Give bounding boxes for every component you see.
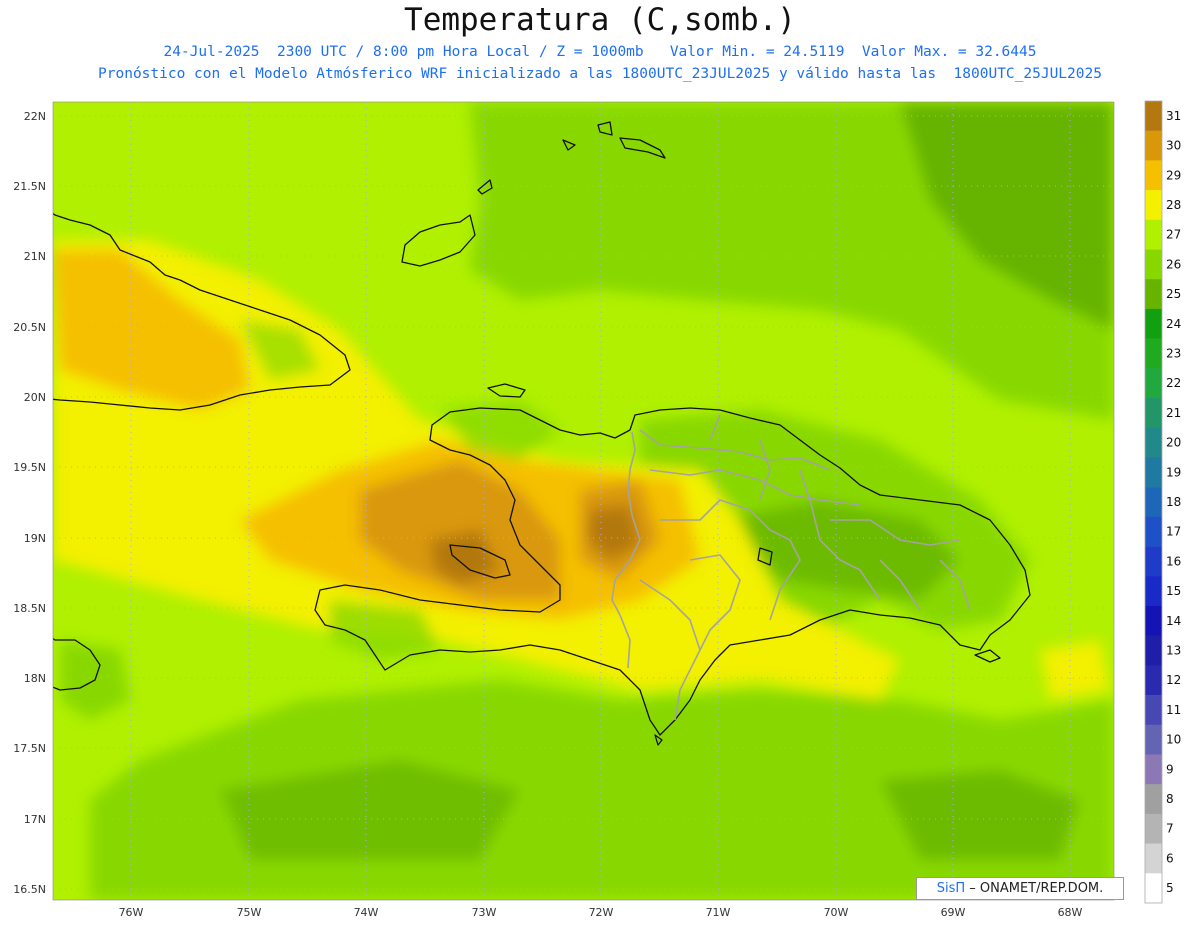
colorbar-label: 21 <box>1166 406 1181 420</box>
colorbar-swatch <box>1145 130 1162 161</box>
lon-label: 73W <box>472 906 497 919</box>
lat-label: 20N <box>24 391 46 404</box>
colorbar-label: 29 <box>1166 168 1181 182</box>
colorbar-swatch <box>1145 754 1162 785</box>
colorbar-label: 30 <box>1166 139 1181 153</box>
colorbar-swatch <box>1145 546 1162 577</box>
lat-label: 18N <box>24 672 46 685</box>
colorbar-swatch <box>1145 190 1162 221</box>
colorbar-swatch <box>1145 605 1162 636</box>
lat-label: 19.5N <box>13 461 46 474</box>
lon-label: 72W <box>589 906 614 919</box>
colorbar-label: 14 <box>1166 614 1181 628</box>
colorbar-swatch <box>1145 576 1162 607</box>
colorbar-label: 12 <box>1166 673 1181 687</box>
colorbar-swatch <box>1145 101 1162 131</box>
colorbar-label: 22 <box>1166 376 1181 390</box>
lat-label: 18.5N <box>13 602 46 615</box>
colorbar-label: 15 <box>1166 584 1181 598</box>
colorbar-swatch <box>1145 249 1162 280</box>
colorbar-label: 6 <box>1166 851 1174 865</box>
colorbar-label: 17 <box>1166 525 1181 539</box>
colorbar-swatch <box>1145 160 1162 191</box>
colorbar-label: 23 <box>1166 346 1181 360</box>
lon-label: 74W <box>354 906 379 919</box>
colorbar-label: 9 <box>1166 762 1174 776</box>
temperature-map: 22N 21.5N 21N 20.5N 20N 19.5N 19N 18.5N … <box>13 100 1181 919</box>
temperature-field <box>53 102 1114 900</box>
lon-label: 69W <box>941 906 966 919</box>
colorbar-swatch <box>1145 635 1162 666</box>
colorbar-label: 25 <box>1166 287 1181 301</box>
credit-box: SisΠ – ONAMET/REP.DOM. <box>916 877 1124 900</box>
longitude-labels: 76W 75W 74W 73W 72W 71W 70W 69W 68W <box>119 906 1083 919</box>
lat-label: 16.5N <box>13 883 46 896</box>
colorbar-label: 28 <box>1166 198 1181 212</box>
colorbar-swatch <box>1145 665 1162 696</box>
colorbar-label: 19 <box>1166 465 1181 479</box>
colorbar-label: 7 <box>1166 822 1174 836</box>
colorbar-swatch <box>1145 427 1162 458</box>
colorbar-swatch <box>1145 338 1162 369</box>
colorbar-swatch <box>1145 487 1162 518</box>
colorbar-label: 10 <box>1166 733 1181 747</box>
colorbar-swatch <box>1145 457 1162 488</box>
colorbar-label: 26 <box>1166 257 1181 271</box>
colorbar-swatch <box>1145 695 1162 726</box>
lat-label: 17.5N <box>13 742 46 755</box>
colorbar-swatch <box>1145 308 1162 339</box>
colorbar-label: 24 <box>1166 317 1181 331</box>
colorbar-label: 8 <box>1166 792 1174 806</box>
colorbar-label: 16 <box>1166 554 1181 568</box>
colorbar-swatch <box>1145 398 1162 429</box>
lat-label: 21N <box>24 250 46 263</box>
sispi-logo-text: SisΠ <box>936 881 966 896</box>
latitude-labels: 22N 21.5N 21N 20.5N 20N 19.5N 19N 18.5N … <box>13 110 46 896</box>
colorbar-label: 20 <box>1166 436 1181 450</box>
field-28-east <box>1040 640 1110 700</box>
credit-text: – ONAMET/REP.DOM. <box>965 881 1104 896</box>
colorbar-label: 13 <box>1166 644 1181 658</box>
colorbar-label: 5 <box>1166 881 1174 895</box>
colorbar-swatch <box>1145 516 1162 547</box>
colorbar-swatch <box>1145 368 1162 399</box>
colorbar-swatch <box>1145 784 1162 815</box>
colorbar-label: 31 <box>1166 109 1181 123</box>
colorbar-swatch <box>1145 873 1162 904</box>
lat-label: 20.5N <box>13 321 46 334</box>
lon-label: 68W <box>1058 906 1083 919</box>
colorbar-swatch <box>1145 843 1162 874</box>
lon-label: 76W <box>119 906 144 919</box>
colorbar-swatch <box>1145 724 1162 755</box>
colorbar-label: 11 <box>1166 703 1181 717</box>
lat-label: 19N <box>24 532 46 545</box>
colorbar-swatch <box>1145 219 1162 250</box>
colorbar-swatch <box>1145 813 1162 844</box>
lat-label: 17N <box>24 813 46 826</box>
lat-label: 21.5N <box>13 180 46 193</box>
lat-label: 22N <box>24 110 46 123</box>
colorbar-label: 18 <box>1166 495 1181 509</box>
lon-label: 70W <box>824 906 849 919</box>
lon-label: 71W <box>706 906 731 919</box>
colorbar: 31 30 29 28 27 26 25 24 23 22 21 20 19 18 17 16 15 14 13 12… <box>1144 100 1181 904</box>
lon-label: 75W <box>237 906 262 919</box>
colorbar-swatch <box>1145 279 1162 310</box>
colorbar-label: 27 <box>1166 228 1181 242</box>
